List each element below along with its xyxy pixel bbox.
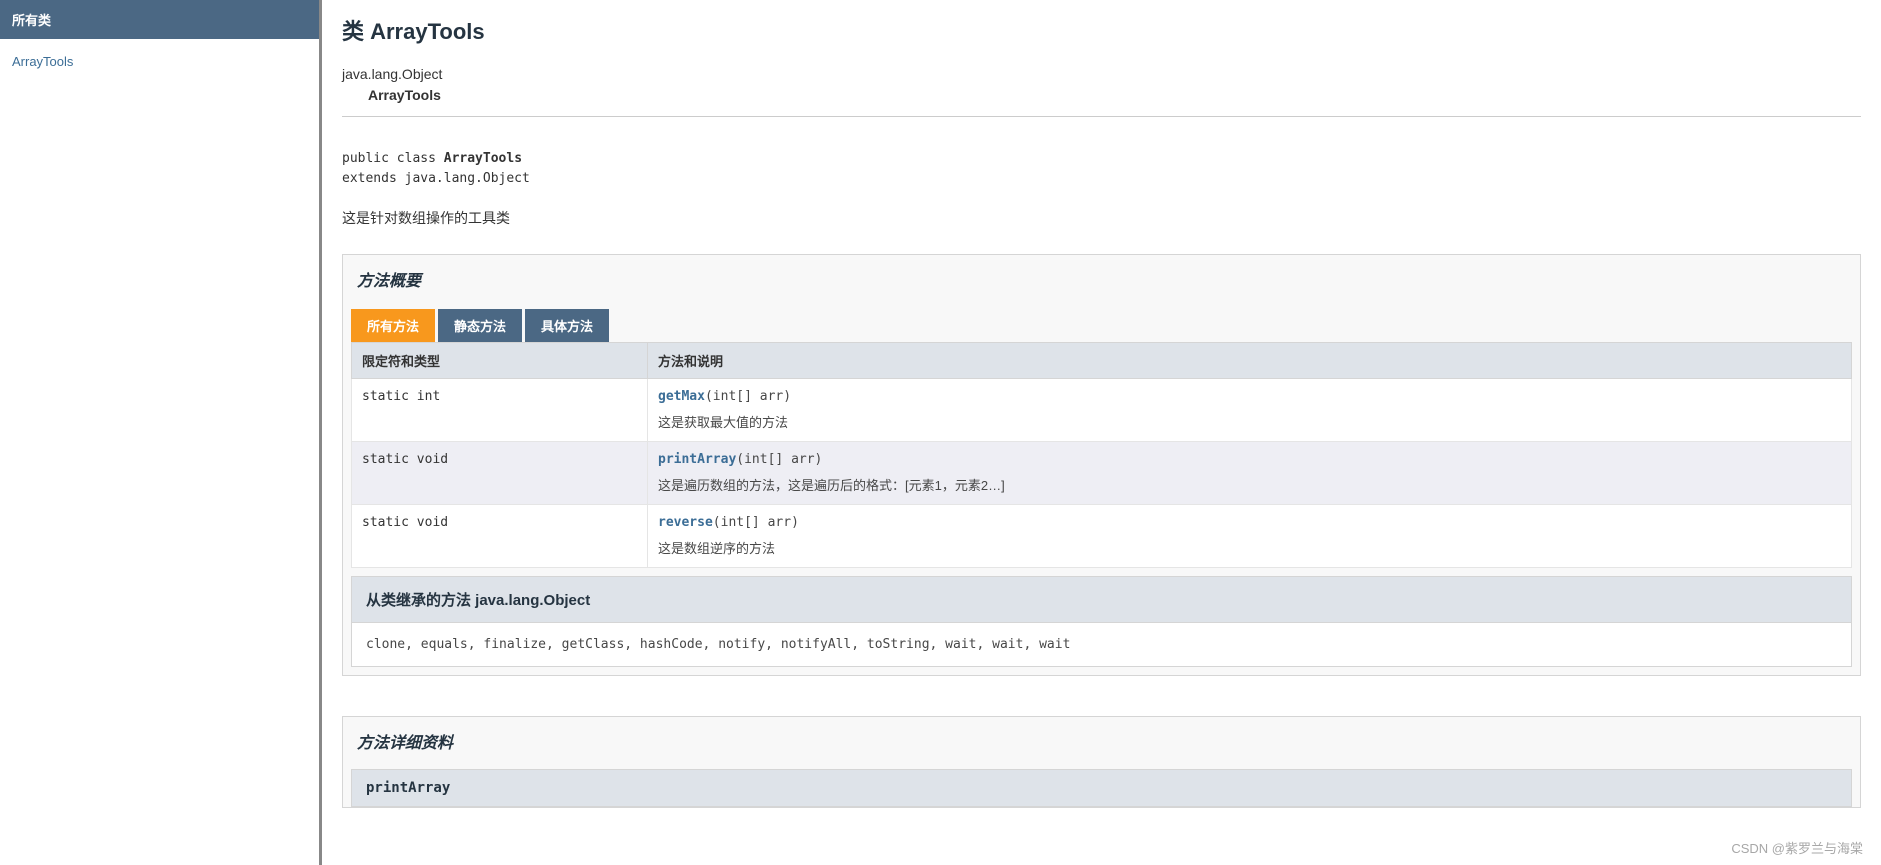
detail-printarray: printArray: [351, 769, 1852, 807]
method-sig: (int[] arr): [713, 515, 799, 530]
method-detail-section: 方法详细资料 printArray: [342, 716, 1861, 808]
table-row: static void reverse(int[] arr) 这是数组逆序的方法: [352, 505, 1852, 568]
sidebar: 所有类 ArrayTools: [0, 0, 322, 865]
inherited-methods-title: 从类继承的方法 java.lang.Object: [351, 576, 1852, 623]
method-link-printarray[interactable]: printArray: [658, 452, 736, 467]
method-summary-section: 方法概要 所有方法 静态方法 具体方法 限定符和类型 方法和说明 static …: [342, 254, 1861, 676]
inherited-methods-list: clone, equals, finalize, getClass, hashC…: [351, 623, 1852, 667]
tab-all-methods[interactable]: 所有方法: [351, 309, 435, 342]
method-link-reverse[interactable]: reverse: [658, 515, 713, 530]
col-method: 方法和说明: [648, 343, 1852, 379]
sidebar-title: 所有类: [0, 0, 319, 39]
sidebar-list: ArrayTools: [0, 39, 319, 83]
type-hierarchy: java.lang.Object ArrayTools: [342, 64, 1861, 106]
class-declaration: public class ArrayTools extends java.lan…: [342, 149, 1861, 188]
tab-concrete-methods[interactable]: 具体方法: [525, 309, 609, 342]
page-title: 类 ArrayTools: [342, 14, 1861, 46]
method-summary-title: 方法概要: [343, 255, 1860, 303]
class-description: 这是针对数组操作的工具类: [342, 208, 1861, 228]
cell-modifier: static void: [352, 442, 648, 505]
method-desc: 这是获取最大值的方法: [658, 412, 1841, 431]
method-desc: 这是遍历数组的方法，这是遍历后的格式：[元素1，元素2…]: [658, 475, 1841, 494]
method-table: 限定符和类型 方法和说明 static int getMax(int[] arr…: [351, 342, 1852, 568]
hierarchy-root: java.lang.Object: [342, 64, 1861, 85]
method-tabs: 所有方法 静态方法 具体方法: [343, 303, 1860, 342]
method-link-getmax[interactable]: getMax: [658, 389, 705, 404]
method-sig: (int[] arr): [736, 452, 822, 467]
cell-method: getMax(int[] arr) 这是获取最大值的方法: [648, 379, 1852, 442]
cell-method: reverse(int[] arr) 这是数组逆序的方法: [648, 505, 1852, 568]
decl-name: ArrayTools: [444, 151, 522, 166]
sidebar-item-arraytools[interactable]: ArrayTools: [12, 54, 73, 69]
tab-static-methods[interactable]: 静态方法: [438, 309, 522, 342]
hierarchy-leaf: ArrayTools: [368, 85, 1861, 106]
cell-modifier: static int: [352, 379, 648, 442]
col-modifier: 限定符和类型: [352, 343, 648, 379]
method-detail-title: 方法详细资料: [343, 717, 1860, 765]
decl-extends: extends java.lang.Object: [342, 171, 530, 186]
main-content: 类 ArrayTools java.lang.Object ArrayTools…: [322, 0, 1881, 865]
cell-method: printArray(int[] arr) 这是遍历数组的方法，这是遍历后的格式…: [648, 442, 1852, 505]
table-row: static void printArray(int[] arr) 这是遍历数组…: [352, 442, 1852, 505]
watermark: CSDN @紫罗兰与海棠: [1731, 838, 1863, 857]
method-desc: 这是数组逆序的方法: [658, 538, 1841, 557]
table-row: static int getMax(int[] arr) 这是获取最大值的方法: [352, 379, 1852, 442]
method-sig: (int[] arr): [705, 389, 791, 404]
decl-prefix: public class: [342, 151, 444, 166]
cell-modifier: static void: [352, 505, 648, 568]
divider: [342, 116, 1861, 117]
